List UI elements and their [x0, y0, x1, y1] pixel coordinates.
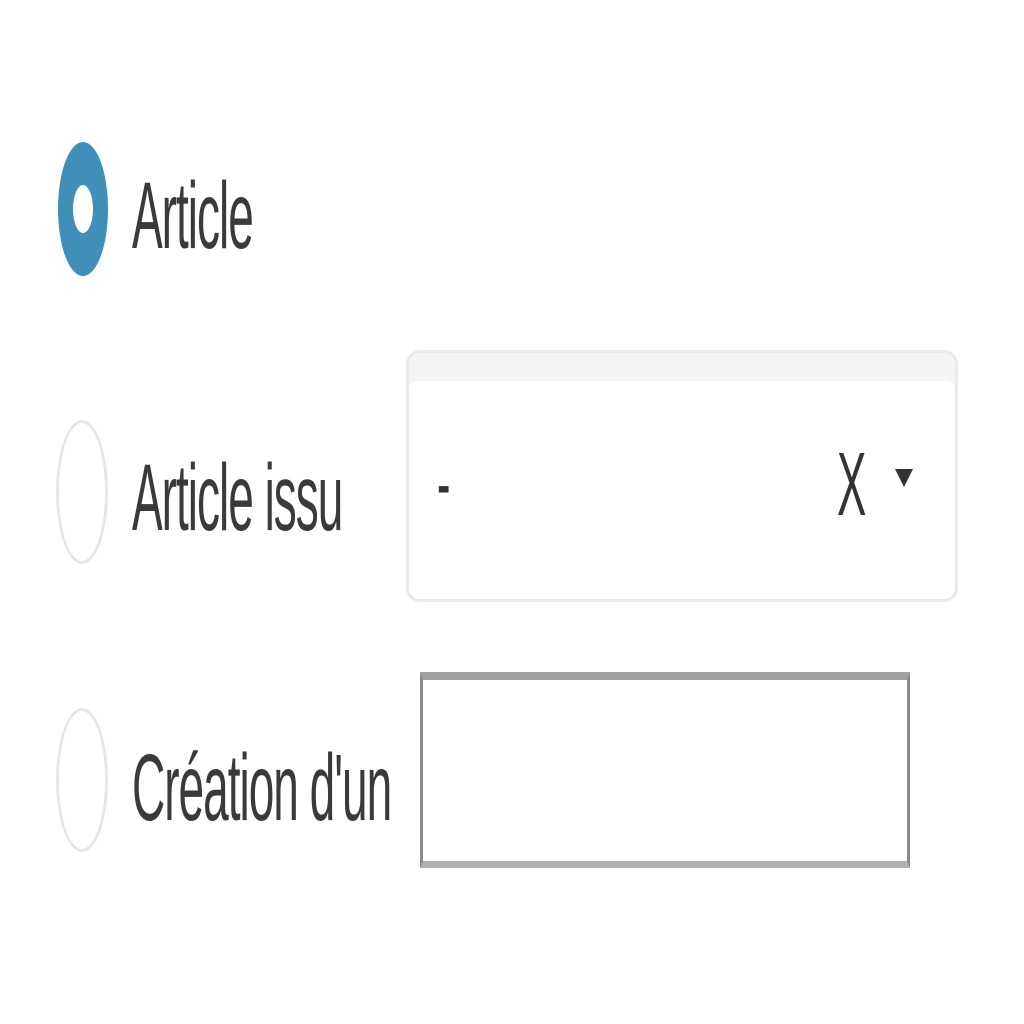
radio-article-issu[interactable]	[56, 420, 108, 564]
caret-down-icon[interactable]	[895, 469, 913, 487]
radio-creation[interactable]	[56, 708, 108, 852]
clear-selection-button[interactable]: X	[837, 435, 866, 538]
radio-creation-label[interactable]: Création d'un	[132, 740, 392, 834]
radio-article-issu-label[interactable]: Article issu	[132, 450, 343, 544]
radio-article-label[interactable]: Article	[132, 168, 254, 262]
radio-article[interactable]	[58, 142, 108, 276]
article-source-select[interactable]: - X	[406, 350, 958, 602]
select-value: -	[437, 439, 451, 530]
creation-name-input[interactable]	[420, 672, 910, 868]
